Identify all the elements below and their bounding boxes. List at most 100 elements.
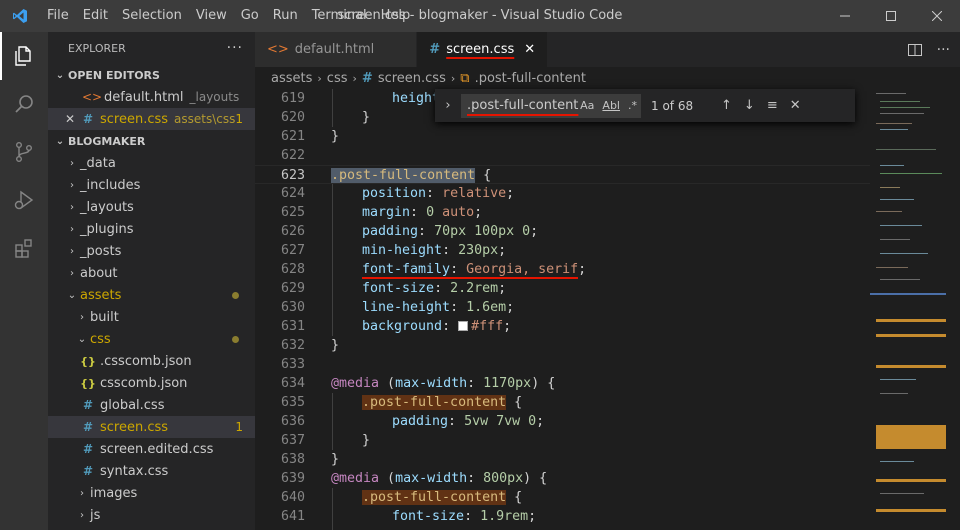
line-number: 636 bbox=[280, 414, 305, 429]
open-editors-section[interactable]: ⌄ OPEN EDITORS bbox=[48, 64, 255, 86]
code-line: 636 padding: 5vw 7vw 0; bbox=[255, 412, 870, 431]
menu-view[interactable]: View bbox=[189, 0, 234, 32]
code-token: } bbox=[331, 452, 340, 467]
more-actions-icon[interactable]: ··· bbox=[937, 42, 950, 58]
line-number: 630 bbox=[280, 300, 305, 315]
code-token: #fff bbox=[471, 319, 504, 334]
menu-file[interactable]: File bbox=[40, 0, 76, 32]
tree-item-label: assets bbox=[80, 287, 122, 303]
maximize-button[interactable] bbox=[868, 0, 914, 32]
tree-file-csscomb-json[interactable]: {} csscomb.json bbox=[48, 372, 255, 394]
tree-item-label: _data bbox=[80, 155, 116, 171]
toggle-replace-icon[interactable]: › bbox=[439, 98, 457, 113]
next-match-icon[interactable]: ↓ bbox=[744, 98, 755, 113]
code-token: 0 bbox=[426, 205, 435, 220]
tree-folder-assets[interactable]: ⌄ assets bbox=[48, 284, 255, 306]
tab-label: screen.css bbox=[446, 42, 515, 57]
tree-folder-posts[interactable]: › _posts bbox=[48, 240, 255, 262]
tree-folder-about[interactable]: › about bbox=[48, 262, 255, 284]
breadcrumb-file[interactable]: screen.css bbox=[378, 71, 446, 86]
tree-folder-built[interactable]: › built bbox=[48, 306, 255, 328]
code-token: position bbox=[362, 186, 427, 201]
minimize-button[interactable] bbox=[822, 0, 868, 32]
menu-go[interactable]: Go bbox=[234, 0, 266, 32]
match-case-toggle[interactable]: Aa bbox=[580, 99, 594, 112]
tree-item-label: syntax.css bbox=[100, 463, 169, 479]
close-window-button[interactable] bbox=[914, 0, 960, 32]
code-line: 630 line-height: 1.6em; bbox=[255, 298, 870, 317]
tree-file-syntax-css[interactable]: # syntax.css bbox=[48, 460, 255, 482]
match-whole-word-toggle[interactable]: Abl bbox=[602, 99, 620, 112]
code-token: 1.9rem bbox=[480, 509, 529, 524]
code-token: } bbox=[331, 338, 340, 353]
close-tab-icon[interactable]: ✕ bbox=[524, 42, 535, 57]
close-editor-icon[interactable]: ✕ bbox=[62, 112, 78, 126]
find-in-selection-icon[interactable]: ≡ bbox=[767, 98, 778, 113]
line-number: 635 bbox=[280, 395, 305, 410]
line-number: 625 bbox=[280, 205, 305, 220]
search-activity[interactable] bbox=[0, 80, 48, 128]
code-token: background bbox=[362, 319, 443, 334]
editor-scrollbar[interactable] bbox=[946, 89, 960, 530]
previous-match-icon[interactable]: ↑ bbox=[721, 98, 732, 113]
tree-item-label: .csscomb.json bbox=[100, 353, 192, 369]
find-input-value: .post-full-content bbox=[467, 98, 579, 113]
extensions-activity[interactable] bbox=[0, 224, 48, 272]
code-token: font-size bbox=[392, 509, 465, 524]
tab-screen-css[interactable]: # screen.css ✕ bbox=[417, 32, 549, 67]
tab-label: default.html bbox=[294, 42, 375, 57]
color-swatch[interactable] bbox=[458, 321, 469, 331]
tab-default-html[interactable]: <> default.html bbox=[255, 32, 418, 67]
tree-folder-js[interactable]: › js bbox=[48, 504, 255, 526]
window-controls bbox=[822, 0, 960, 32]
breadcrumb-symbol[interactable]: .post-full-content bbox=[475, 71, 586, 86]
minimap[interactable] bbox=[870, 89, 946, 530]
open-editor-screen-css[interactable]: ✕ # screen.css assets\css 1 bbox=[48, 108, 255, 130]
source-control-activity[interactable] bbox=[0, 128, 48, 176]
tree-folder-css[interactable]: ⌄ css bbox=[48, 328, 255, 350]
menu-run[interactable]: Run bbox=[266, 0, 305, 32]
code-token: max-width bbox=[395, 376, 468, 391]
code-line-current: 623 .post-full-content { bbox=[255, 165, 870, 184]
close-find-icon[interactable]: ✕ bbox=[790, 98, 801, 113]
tree-file-screen-edited-css[interactable]: # screen.edited.css bbox=[48, 438, 255, 460]
tree-item-label: global.css bbox=[100, 397, 165, 413]
menu-edit[interactable]: Edit bbox=[76, 0, 115, 32]
code-editor[interactable]: 619 height 620} 621} 622 623 .post-full-co… bbox=[255, 89, 870, 530]
chevron-right-icon: › bbox=[80, 509, 84, 521]
split-editor-icon[interactable] bbox=[907, 42, 923, 58]
breadcrumb-css[interactable]: css bbox=[327, 71, 348, 86]
find-input[interactable]: .post-full-content Aa Abl .* bbox=[461, 93, 641, 118]
tree-folder-images[interactable]: › images bbox=[48, 482, 255, 504]
tree-file-screen-css[interactable]: # screen.css 1 bbox=[48, 416, 255, 438]
run-debug-activity[interactable] bbox=[0, 176, 48, 224]
search-match: .post-full-content bbox=[362, 395, 507, 410]
line-number: 621 bbox=[280, 129, 305, 144]
chevron-down-icon: ⌄ bbox=[67, 289, 77, 301]
css-file-icon: # bbox=[429, 42, 441, 57]
breadcrumb-assets[interactable]: assets bbox=[271, 71, 312, 86]
tree-file-global-css[interactable]: # global.css bbox=[48, 394, 255, 416]
line-number: 624 bbox=[280, 186, 305, 201]
tree-folder-includes[interactable]: › _includes bbox=[48, 174, 255, 196]
line-number: 619 bbox=[280, 91, 305, 106]
tree-file-dot-csscomb-json[interactable]: {} .csscomb.json bbox=[48, 350, 255, 372]
problem-count-badge: 1 bbox=[235, 112, 243, 126]
css-file-icon: # bbox=[82, 420, 94, 434]
menu-terminal[interactable]: Terminal bbox=[305, 0, 374, 32]
tree-folder-plugins[interactable]: › _plugins bbox=[48, 218, 255, 240]
menu-help[interactable]: Help bbox=[374, 0, 418, 32]
menu-selection[interactable]: Selection bbox=[115, 0, 189, 32]
chevron-right-icon: › bbox=[70, 245, 74, 257]
regex-toggle[interactable]: .* bbox=[628, 99, 637, 112]
code-token: 2.2rem bbox=[450, 281, 499, 296]
tree-folder-data[interactable]: › _data bbox=[48, 152, 255, 174]
project-section[interactable]: ⌄ BLOGMAKER bbox=[48, 130, 255, 152]
line-number: 641 bbox=[280, 509, 305, 524]
tree-folder-layouts[interactable]: › _layouts bbox=[48, 196, 255, 218]
open-editor-default-html[interactable]: <> default.html _layouts bbox=[48, 86, 255, 108]
explorer-activity[interactable] bbox=[0, 32, 48, 80]
code-token: line-height bbox=[362, 300, 451, 315]
chevron-down-icon: ⌄ bbox=[55, 135, 65, 147]
more-actions-icon[interactable]: ··· bbox=[227, 40, 243, 56]
